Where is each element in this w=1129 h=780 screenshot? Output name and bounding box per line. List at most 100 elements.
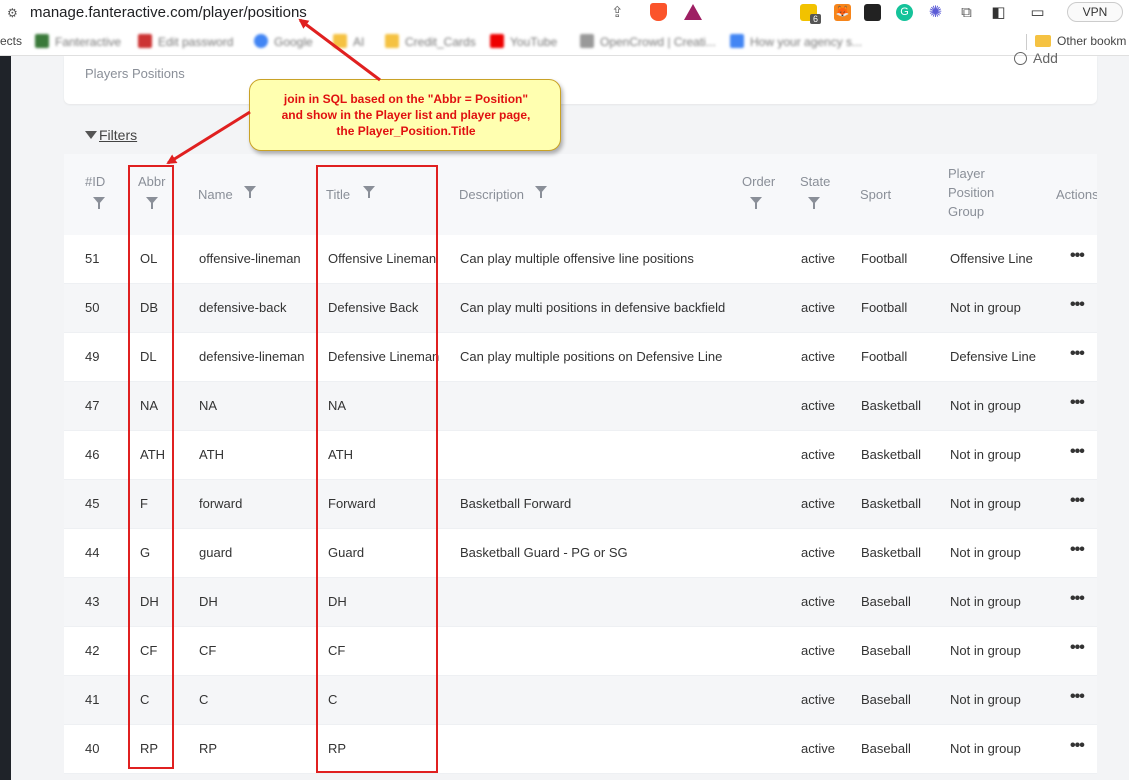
- cell-description: Basketball Forward: [460, 496, 572, 511]
- extension-badge: 6: [810, 14, 822, 24]
- vpn-button[interactable]: VPN: [1067, 2, 1123, 22]
- cell-name: RP: [199, 741, 218, 756]
- row-actions-menu-icon[interactable]: •••: [1070, 394, 1085, 412]
- wallet-icon[interactable]: ▭: [1029, 4, 1046, 21]
- cell-id: 43: [85, 594, 100, 609]
- table-row[interactable]: 51 OL offensive-lineman Offensive Lineman Ca…: [64, 235, 1097, 284]
- cell-state: active: [801, 496, 835, 511]
- col-header-group[interactable]: Player Position Group: [948, 164, 994, 221]
- row-actions-menu-icon[interactable]: •••: [1070, 247, 1085, 265]
- grammarly-icon[interactable]: G: [896, 4, 913, 21]
- metamask-icon[interactable]: 🦊: [834, 4, 851, 21]
- col-header-title[interactable]: Title: [326, 185, 350, 204]
- other-bookmarks[interactable]: Other bookm: [1035, 34, 1126, 48]
- cell-id: 49: [85, 349, 100, 364]
- col-header-state[interactable]: State: [800, 172, 830, 191]
- table-header: #ID Abbr Name Title Description Order St…: [64, 154, 1097, 235]
- filter-icon[interactable]: [808, 197, 820, 209]
- filter-icon[interactable]: [535, 186, 547, 198]
- table-row[interactable]: 43 DH DH DH active Baseball Not in group •••: [64, 578, 1097, 627]
- cell-sport: Football: [861, 300, 908, 315]
- cell-group: Not in group: [950, 398, 1021, 413]
- filters-link[interactable]: Filters: [85, 127, 137, 143]
- table-row[interactable]: 47 NA NA NA active Basketball Not in group •••: [64, 382, 1097, 431]
- cell-id: 51: [85, 251, 100, 266]
- add-button[interactable]: Add: [1014, 50, 1058, 66]
- cell-id: 47: [85, 398, 100, 413]
- col-header-order[interactable]: Order: [742, 172, 775, 191]
- row-actions-menu-icon[interactable]: •••: [1070, 345, 1085, 363]
- row-actions-menu-icon[interactable]: •••: [1070, 492, 1085, 510]
- cell-state: active: [801, 692, 835, 707]
- cell-abbr: OL: [140, 251, 158, 266]
- filter-icon[interactable]: [750, 197, 762, 209]
- url-text[interactable]: manage.fanteractive.com/player/positions: [30, 4, 307, 21]
- site-settings-icon[interactable]: ⚙: [7, 6, 18, 20]
- cell-description: Basketball Guard - PG or SG: [460, 545, 628, 560]
- bookmark-item[interactable]: OpenCrowd | Creati...: [580, 34, 716, 49]
- table-row[interactable]: 44 Gguard Guard Basketball Guard - PG or SG…: [64, 529, 1097, 578]
- extension-icon[interactable]: ✺: [927, 4, 944, 21]
- row-actions-menu-icon[interactable]: •••: [1070, 639, 1085, 657]
- table-row[interactable]: 50 DB defensive-back Defensive Back Can play…: [64, 284, 1097, 333]
- filter-icon[interactable]: [363, 186, 375, 198]
- col-header-name[interactable]: Name: [198, 185, 233, 204]
- col-header-sport[interactable]: Sport: [860, 185, 891, 204]
- row-actions-menu-icon[interactable]: •••: [1070, 590, 1085, 608]
- plus-circle-icon: [1014, 52, 1027, 65]
- cell-sport: Basketball: [861, 398, 921, 413]
- bookmark-item[interactable]: Credit_Cards: [385, 34, 476, 49]
- row-actions-menu-icon[interactable]: •••: [1070, 688, 1085, 706]
- positions-table: #ID Abbr Name Title Description Order St…: [64, 154, 1097, 780]
- bookmark-partial[interactable]: ects: [0, 34, 22, 48]
- cell-sport: Basketball: [861, 545, 921, 560]
- extensions-puzzle-icon[interactable]: ⧉: [958, 4, 975, 21]
- col-header-description[interactable]: Description: [459, 185, 524, 204]
- cell-title: Defensive Lineman: [328, 349, 440, 364]
- filter-icon[interactable]: [93, 197, 105, 209]
- table-row[interactable]: 40 RP RP RP active Baseball Not in group •••: [64, 725, 1097, 774]
- brave-shields-icon[interactable]: [650, 3, 667, 21]
- cell-title: Offensive Lineman: [328, 251, 437, 266]
- col-header-id[interactable]: #ID: [85, 172, 105, 191]
- filter-icon[interactable]: [244, 186, 256, 198]
- table-row[interactable]: 49 DL defensive-lineman Defensive Lineman Ca…: [64, 333, 1097, 382]
- cell-name: guard: [199, 545, 233, 560]
- row-actions-menu-icon[interactable]: •••: [1070, 443, 1085, 461]
- bookmark-item[interactable]: Fanteractive: [35, 34, 121, 49]
- bookmark-item[interactable]: Google: [254, 34, 313, 49]
- cell-abbr: G: [140, 545, 151, 560]
- cell-state: active: [801, 643, 835, 658]
- bookmark-item[interactable]: Edit password: [138, 34, 233, 49]
- share-icon[interactable]: ⇪: [611, 3, 624, 21]
- cell-id: 40: [85, 741, 100, 756]
- row-actions-menu-icon[interactable]: •••: [1070, 737, 1085, 755]
- bookmark-item[interactable]: How your agency s...: [730, 34, 862, 49]
- filter-icon[interactable]: [146, 197, 158, 209]
- bookmark-item[interactable]: YouTube: [490, 34, 557, 49]
- table-row[interactable]: 45 Fforward Forward Basketball Forward activ…: [64, 480, 1097, 529]
- col-header-abbr[interactable]: Abbr: [138, 172, 165, 191]
- cell-abbr: C: [140, 692, 150, 707]
- row-actions-menu-icon[interactable]: •••: [1070, 296, 1085, 314]
- cell-group: Not in group: [950, 496, 1021, 511]
- table-row[interactable]: 42 CF CF CF active Baseball Not in group •••: [64, 627, 1097, 676]
- bookmark-item[interactable]: AI: [333, 34, 364, 49]
- brave-rewards-icon[interactable]: [684, 4, 702, 20]
- table-row[interactable]: 46 ATH ATH ATH active Basketball Not in group •…: [64, 431, 1097, 480]
- extension-icon[interactable]: [864, 4, 881, 21]
- cell-abbr: DB: [140, 300, 159, 315]
- cell-title: C: [328, 692, 338, 707]
- cell-sport: Football: [861, 251, 908, 266]
- table-row[interactable]: 41 C C Cactive Baseball Not in group •••: [64, 676, 1097, 725]
- url-box[interactable]: ⚙ manage.fanteractive.com/player/positio…: [0, 0, 718, 26]
- cell-title: ATH: [328, 447, 354, 462]
- cell-name: ATH: [199, 447, 225, 462]
- cell-title: NA: [328, 398, 347, 413]
- bookmark-separator: [1026, 34, 1027, 50]
- row-actions-menu-icon[interactable]: •••: [1070, 541, 1085, 559]
- cell-name: DH: [199, 594, 218, 609]
- cell-group: Not in group: [950, 594, 1021, 609]
- sidebar-icon[interactable]: ◧: [990, 4, 1007, 21]
- cell-state: active: [801, 447, 835, 462]
